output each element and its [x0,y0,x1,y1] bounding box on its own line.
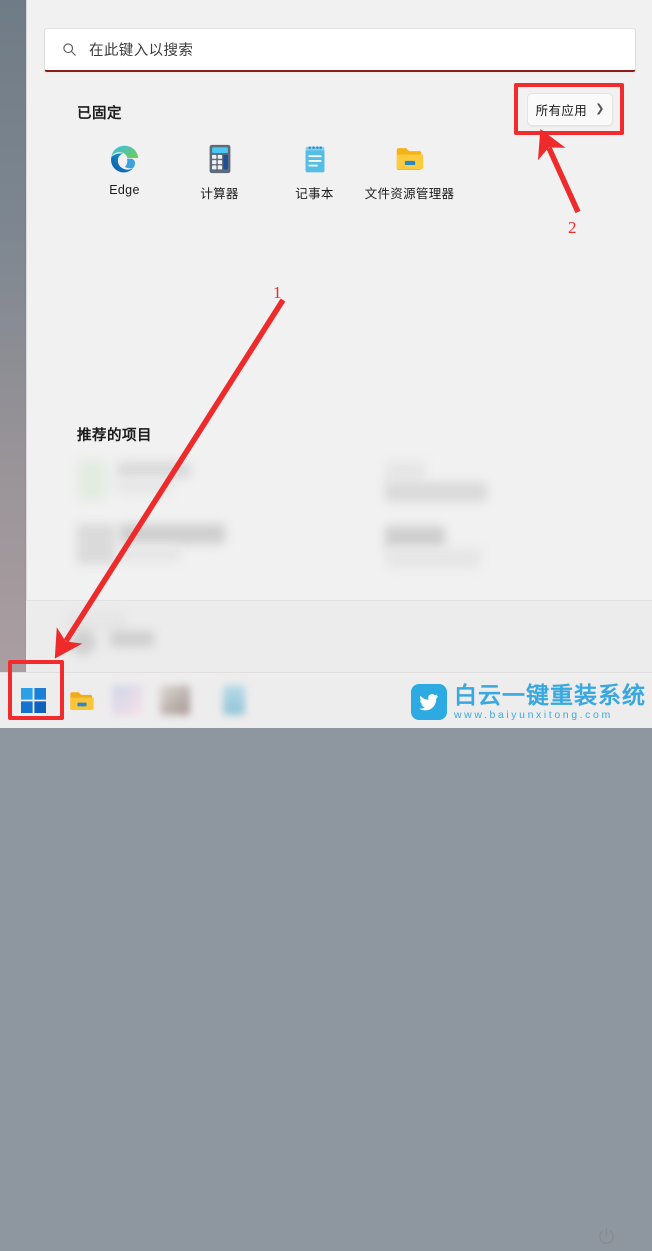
recommended-item-thumb [385,526,445,548]
search-icon [61,42,77,58]
user-account-button[interactable] [44,609,224,661]
pinned-app-label: 计算器 [200,187,239,201]
calculator-icon [203,142,237,176]
recommended-item-title [117,462,191,478]
recommended-section-title: 推荐的项目 [77,428,152,444]
recommended-item-title [385,482,487,502]
recommended-item[interactable] [379,458,609,506]
recommended-item-thumb [77,460,107,500]
pinned-apps-grid: Edge 计算器 记事本 文件资源管理器 [77,138,497,202]
pinned-app-file-explorer[interactable]: 文件资源管理器 [362,138,457,202]
watermark: 白云一键重装系统 www.baiyunxitong.com [411,678,646,726]
recommended-item-thumb [77,524,115,564]
pinned-app-edge[interactable]: Edge [77,138,172,202]
user-avatar [66,611,126,631]
taskbar-pinned-app-3[interactable] [110,681,150,721]
power-button[interactable] [591,1221,621,1251]
recommended-item[interactable] [71,456,301,504]
app-icon-blurred [160,684,190,715]
search-input-box[interactable]: 在此键入以搜索 [44,28,636,72]
bird-logo-icon [411,684,447,720]
pinned-app-calculator[interactable]: 计算器 [172,138,267,202]
recommended-item-thumb [385,462,425,482]
search-placeholder-text: 在此键入以搜索 [89,43,194,59]
pinned-app-notepad[interactable]: 记事本 [267,138,362,202]
all-apps-highlight-box [514,83,624,135]
start-button-highlight-box [8,660,64,720]
pinned-app-label: 记事本 [295,187,334,201]
pinned-app-label: Edge [109,183,140,197]
pinned-app-label: 文件资源管理器 [364,187,455,201]
recommended-item-subtitle [117,480,171,494]
annotation-number-1: 1 [273,283,282,302]
recommended-item[interactable] [71,520,311,570]
search-bar[interactable]: 在此键入以搜索 [44,28,636,72]
user-avatar-image [70,629,96,655]
annotation-number-2: 2 [568,218,577,237]
start-menu-panel: 在此键入以搜索 已固定 所有应用 ❯ Edge 计算器 记事本 文件资源管理器 … [26,0,652,672]
recommended-item-title [385,548,481,568]
taskbar-file-explorer-button[interactable] [62,681,102,721]
recommended-item-subtitle [119,546,181,562]
file-explorer-icon [393,142,427,176]
recommended-item[interactable] [379,520,619,570]
taskbar-pinned-app-4[interactable] [158,681,198,721]
taskbar-pinned-app-5[interactable] [220,681,260,721]
watermark-title: 白云一键重装系统 [454,681,646,708]
app-icon-blurred [112,684,142,715]
edge-icon [108,142,142,176]
desktop-left-strip [0,0,26,672]
account-bar [26,600,652,1244]
notepad-icon [298,142,332,176]
watermark-text: 白云一键重装系统 www.baiyunxitong.com [454,681,646,721]
pinned-section-title: 已固定 [77,106,122,122]
taskbar: 白云一键重装系统 www.baiyunxitong.com [0,672,652,728]
app-icon-blurred [223,684,245,715]
user-name-text [110,631,154,647]
watermark-url: www.baiyunxitong.com [454,708,613,721]
recommended-item-title [119,524,225,544]
